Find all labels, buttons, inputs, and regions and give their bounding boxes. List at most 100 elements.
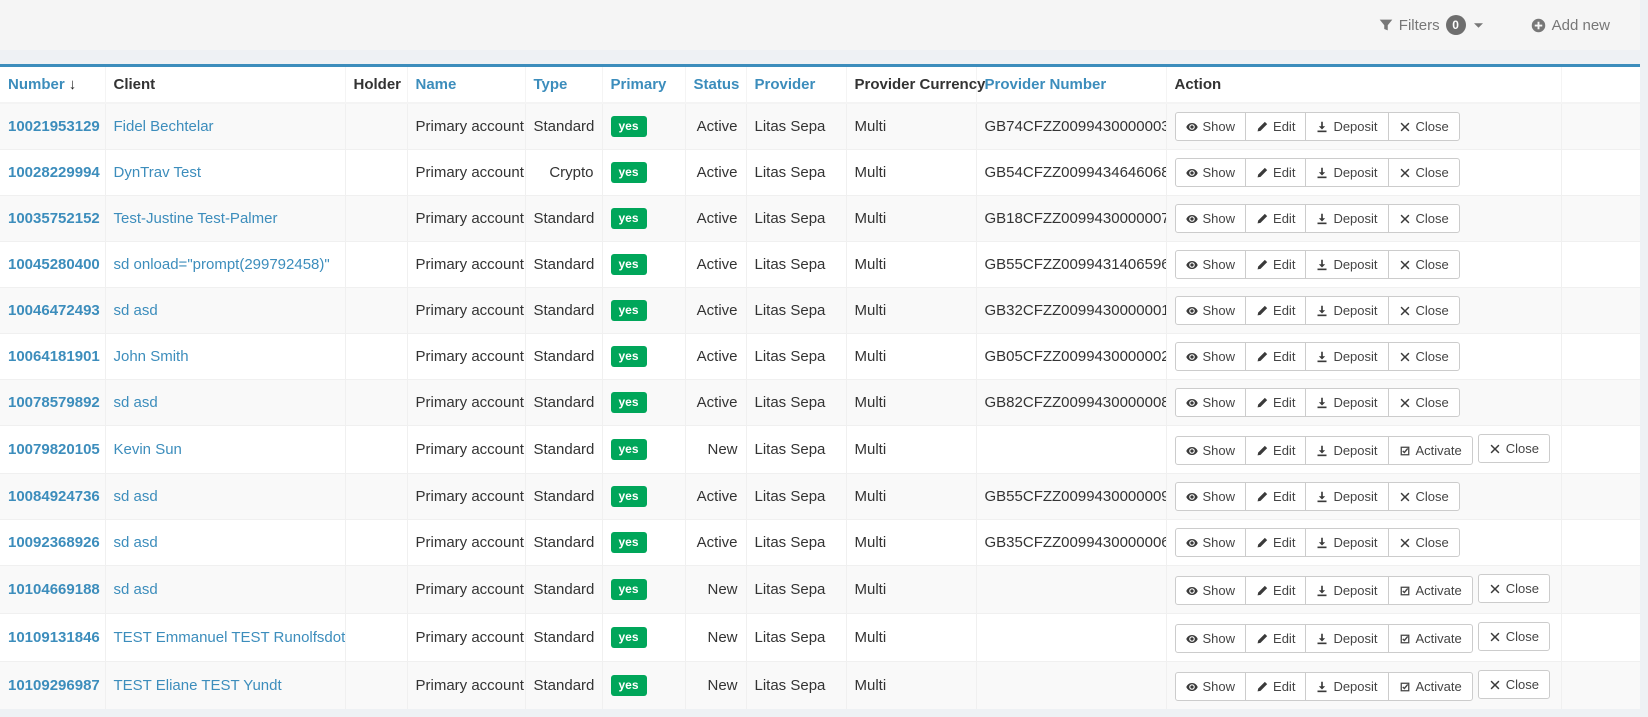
show-button[interactable]: Show bbox=[1175, 436, 1247, 465]
action-button-group: Show Edit Deposit Activate bbox=[1175, 672, 1473, 701]
close-button[interactable]: Close bbox=[1388, 112, 1460, 141]
column-header-type[interactable]: Type bbox=[525, 67, 602, 103]
account-number-link[interactable]: 10092368926 bbox=[8, 534, 100, 551]
show-button[interactable]: Show bbox=[1175, 158, 1247, 187]
deposit-button[interactable]: Deposit bbox=[1305, 624, 1388, 653]
cell-holder bbox=[345, 150, 407, 196]
account-number-link[interactable]: 10104669188 bbox=[8, 581, 100, 598]
edit-button[interactable]: Edit bbox=[1245, 388, 1306, 417]
column-header-number[interactable]: Number↓ bbox=[0, 67, 105, 103]
deposit-button[interactable]: Deposit bbox=[1305, 112, 1388, 141]
edit-button[interactable]: Edit bbox=[1245, 112, 1306, 141]
edit-button[interactable]: Edit bbox=[1245, 342, 1306, 371]
client-link[interactable]: TEST Emmanuel TEST Runolfsdottir bbox=[114, 629, 346, 646]
column-header-primary[interactable]: Primary bbox=[602, 67, 685, 103]
show-button[interactable]: Show bbox=[1175, 624, 1247, 653]
edit-button[interactable]: Edit bbox=[1245, 576, 1306, 605]
account-number-link[interactable]: 10028229994 bbox=[8, 164, 100, 181]
show-button[interactable]: Show bbox=[1175, 250, 1247, 279]
show-button[interactable]: Show bbox=[1175, 342, 1247, 371]
close-button[interactable]: Close bbox=[1478, 574, 1550, 603]
filters-dropdown-button[interactable]: Filters 0 bbox=[1379, 15, 1483, 35]
x-icon bbox=[1399, 537, 1411, 549]
close-button[interactable]: Close bbox=[1388, 158, 1460, 187]
account-number-link[interactable]: 10035752152 bbox=[8, 210, 100, 227]
deposit-button[interactable]: Deposit bbox=[1305, 250, 1388, 279]
close-button[interactable]: Close bbox=[1388, 528, 1460, 557]
account-number-link[interactable]: 10109131846 bbox=[8, 629, 100, 646]
edit-button[interactable]: Edit bbox=[1245, 158, 1306, 187]
deposit-button[interactable]: Deposit bbox=[1305, 528, 1388, 557]
edit-button[interactable]: Edit bbox=[1245, 482, 1306, 511]
client-link[interactable]: Kevin Sun bbox=[114, 441, 182, 458]
account-number-link[interactable]: 10109296987 bbox=[8, 677, 100, 694]
edit-button[interactable]: Edit bbox=[1245, 624, 1306, 653]
client-link[interactable]: sd asd bbox=[114, 581, 158, 598]
deposit-button[interactable]: Deposit bbox=[1305, 576, 1388, 605]
close-button[interactable]: Close bbox=[1388, 204, 1460, 233]
edit-button[interactable]: Edit bbox=[1245, 436, 1306, 465]
show-button[interactable]: Show bbox=[1175, 576, 1247, 605]
cell-name: Primary account bbox=[407, 520, 525, 566]
action-button-group: Show Edit Deposit Close bbox=[1175, 528, 1460, 557]
cell-provider-currency: Multi bbox=[846, 242, 976, 288]
show-button[interactable]: Show bbox=[1175, 388, 1247, 417]
account-number-link[interactable]: 10045280400 bbox=[8, 256, 100, 273]
show-button[interactable]: Show bbox=[1175, 482, 1247, 511]
column-header-status[interactable]: Status bbox=[685, 67, 746, 103]
account-number-link[interactable]: 10064181901 bbox=[8, 348, 100, 365]
activate-button[interactable]: Activate bbox=[1388, 672, 1473, 701]
show-button[interactable]: Show bbox=[1175, 296, 1247, 325]
edit-button[interactable]: Edit bbox=[1245, 250, 1306, 279]
close-button[interactable]: Close bbox=[1478, 622, 1550, 651]
show-button[interactable]: Show bbox=[1175, 672, 1247, 701]
close-button[interactable]: Close bbox=[1478, 670, 1550, 699]
close-button[interactable]: Close bbox=[1478, 434, 1550, 463]
deposit-button[interactable]: Deposit bbox=[1305, 342, 1388, 371]
activate-button[interactable]: Activate bbox=[1388, 576, 1473, 605]
deposit-button[interactable]: Deposit bbox=[1305, 296, 1388, 325]
cell-status: Active bbox=[685, 334, 746, 380]
client-link[interactable]: sd asd bbox=[114, 534, 158, 551]
edit-button[interactable]: Edit bbox=[1245, 296, 1306, 325]
deposit-button[interactable]: Deposit bbox=[1305, 388, 1388, 417]
activate-button[interactable]: Activate bbox=[1388, 624, 1473, 653]
client-link[interactable]: John Smith bbox=[114, 348, 189, 365]
show-button[interactable]: Show bbox=[1175, 204, 1247, 233]
column-header-provider[interactable]: Provider bbox=[746, 67, 846, 103]
client-link[interactable]: Fidel Bechtelar bbox=[114, 118, 214, 135]
deposit-button[interactable]: Deposit bbox=[1305, 672, 1388, 701]
close-button[interactable]: Close bbox=[1388, 388, 1460, 417]
close-button[interactable]: Close bbox=[1388, 342, 1460, 371]
show-button[interactable]: Show bbox=[1175, 112, 1247, 141]
deposit-button[interactable]: Deposit bbox=[1305, 482, 1388, 511]
client-link[interactable]: sd asd bbox=[114, 488, 158, 505]
account-number-link[interactable]: 10079820105 bbox=[8, 441, 100, 458]
activate-button[interactable]: Activate bbox=[1388, 436, 1473, 465]
client-link[interactable]: DynTrav Test bbox=[114, 164, 202, 181]
deposit-button[interactable]: Deposit bbox=[1305, 158, 1388, 187]
cell-type: Standard bbox=[525, 520, 602, 566]
client-link[interactable]: Test-Justine Test-Palmer bbox=[114, 210, 278, 227]
x-icon bbox=[1399, 491, 1411, 503]
column-header-name[interactable]: Name bbox=[407, 67, 525, 103]
column-header-provider-number[interactable]: Provider Number bbox=[976, 67, 1166, 103]
client-link[interactable]: TEST Eliane TEST Yundt bbox=[114, 677, 282, 694]
client-link[interactable]: sd asd bbox=[114, 394, 158, 411]
account-number-link[interactable]: 10084924736 bbox=[8, 488, 100, 505]
close-button[interactable]: Close bbox=[1388, 250, 1460, 279]
edit-button[interactable]: Edit bbox=[1245, 204, 1306, 233]
deposit-button[interactable]: Deposit bbox=[1305, 436, 1388, 465]
edit-button[interactable]: Edit bbox=[1245, 528, 1306, 557]
account-number-link[interactable]: 10046472493 bbox=[8, 302, 100, 319]
client-link[interactable]: sd asd bbox=[114, 302, 158, 319]
edit-button[interactable]: Edit bbox=[1245, 672, 1306, 701]
client-link[interactable]: sd onload="prompt(299792458)" bbox=[114, 256, 330, 273]
show-button[interactable]: Show bbox=[1175, 528, 1247, 557]
account-number-link[interactable]: 10021953129 bbox=[8, 118, 100, 135]
deposit-button[interactable]: Deposit bbox=[1305, 204, 1388, 233]
add-new-button[interactable]: Add new bbox=[1531, 17, 1610, 34]
close-button[interactable]: Close bbox=[1388, 482, 1460, 511]
account-number-link[interactable]: 10078579892 bbox=[8, 394, 100, 411]
close-button[interactable]: Close bbox=[1388, 296, 1460, 325]
